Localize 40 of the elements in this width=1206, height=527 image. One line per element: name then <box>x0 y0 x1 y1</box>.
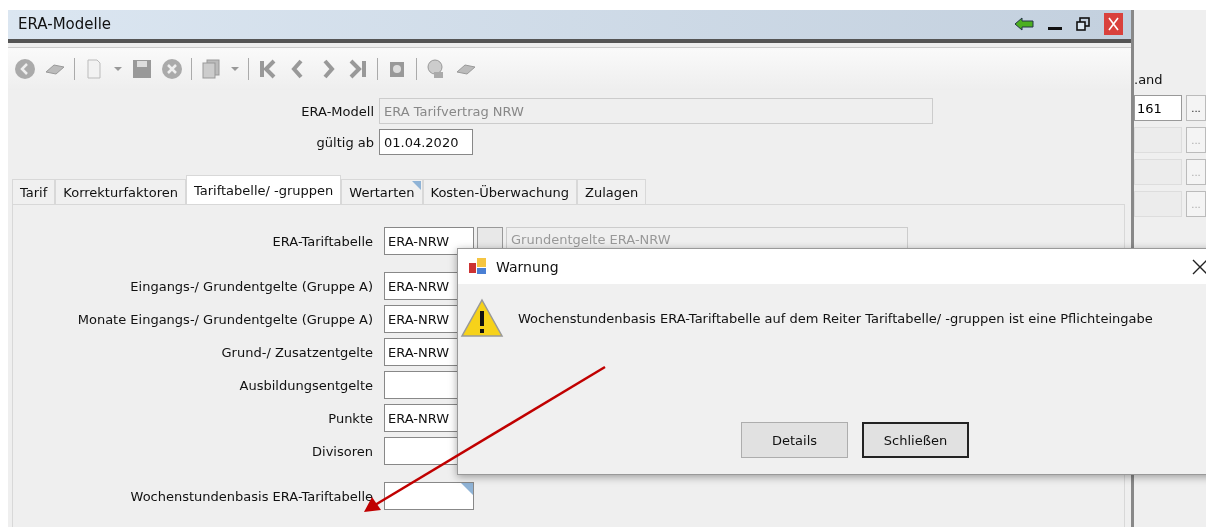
field-label: Divisoren <box>311 443 373 459</box>
tab[interactable]: Wertarten <box>341 179 423 204</box>
tab[interactable]: Zulagen <box>577 179 647 204</box>
warning-icon <box>460 298 504 338</box>
field-label: Monate Eingangs-/ Grundentgelte (Gruppe A) <box>76 311 373 327</box>
dialog-button[interactable]: Details <box>741 422 848 458</box>
tab[interactable]: Kosten-Überwachung <box>422 179 577 204</box>
app-icon <box>468 256 488 277</box>
back-icon[interactable] <box>14 57 36 80</box>
close-icon[interactable] <box>1192 258 1206 275</box>
cancel-icon[interactable] <box>161 57 183 80</box>
window-title: ERA-Modelle <box>18 15 113 34</box>
field-label: Eingangs-/ Grundentgelte (Gruppe A) <box>129 278 373 294</box>
tab[interactable]: Tariftabelle/ -gruppen <box>185 175 342 204</box>
input-field[interactable] <box>384 482 474 510</box>
field-label: ERA-Modell <box>300 103 374 119</box>
field-label: Grund-/ Zusatzentgelte <box>220 344 373 360</box>
field-label: Ausbildungsentgelte <box>238 377 373 393</box>
input-field[interactable]: ERA-NRW <box>384 227 474 255</box>
tab[interactable]: Korrekturfaktoren <box>55 179 186 204</box>
field-label: ERA-Tariftabelle <box>271 233 373 249</box>
corner-marker-icon <box>411 181 421 190</box>
field-label: Wochenstundenbasis ERA-Tariftabelle <box>129 488 373 504</box>
dialog-message: Wochenstundenbasis ERA-Tariftabelle auf dem Reiter Tariftabelle/ -gruppen ist eine Pflichteingabe <box>518 310 1153 326</box>
input-field[interactable]: 01.04.2020 <box>379 129 473 155</box>
tab[interactable]: Tarif <box>12 179 56 204</box>
input-field[interactable]: 161 <box>1134 95 1182 121</box>
field-label: Punkte <box>327 410 373 426</box>
description-field: Grundentgelte ERA-NRW <box>506 227 908 251</box>
dialog-title: Warnung <box>496 258 560 275</box>
field-label: gültig ab <box>315 134 374 150</box>
last-icon[interactable] <box>347 57 369 80</box>
corner-marker-icon <box>461 483 473 495</box>
copy-icon[interactable] <box>200 57 222 80</box>
browse-button[interactable]: ... <box>1186 95 1206 121</box>
dialog-button[interactable]: Schließen <box>862 422 969 458</box>
back-arrow-icon[interactable] <box>1014 17 1034 32</box>
field-label: .and <box>1134 72 1164 87</box>
save-icon[interactable] <box>131 57 153 80</box>
restore-icon[interactable] <box>1076 17 1090 32</box>
